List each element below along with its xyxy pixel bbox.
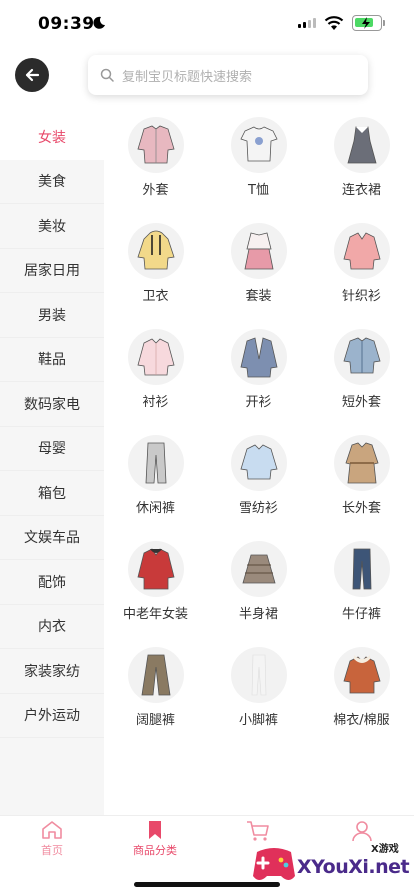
jeans-icon xyxy=(333,541,390,597)
moon-icon xyxy=(93,16,105,29)
subcategory-item[interactable]: 半身裙 xyxy=(207,539,310,645)
category-sidebar: 女装 美食 美妆 居家日用 男装 鞋品 数码家电 母婴 箱包 文娱车品 配饰 内… xyxy=(0,115,104,815)
subcategory-item[interactable]: T恤 xyxy=(207,115,310,221)
subcategory-label: 长外套 xyxy=(341,501,381,516)
sidebar-item-mens[interactable]: 男装 xyxy=(0,293,104,338)
sidebar-item-baby[interactable]: 母婴 xyxy=(0,427,104,471)
subcategory-item[interactable]: 针织衫 xyxy=(310,221,413,327)
subcategory-item[interactable]: 开衫 xyxy=(207,327,310,433)
subcategory-label: 阔腿裤 xyxy=(135,713,175,728)
subcategory-item[interactable]: 短外套 xyxy=(310,327,413,433)
subcategory-item[interactable]: 中老年女装 xyxy=(104,539,207,645)
status-time: 09:39 xyxy=(38,14,95,34)
pink-jacket-icon xyxy=(127,117,184,173)
subcategory-label: 雪纺衫 xyxy=(238,501,278,516)
dress-icon xyxy=(333,117,390,173)
subcategory-item[interactable]: 衬衫 xyxy=(104,327,207,433)
home-icon xyxy=(42,821,62,839)
watermark-text: XYouXi.net xyxy=(297,856,410,878)
subcategory-item[interactable]: 雪纺衫 xyxy=(207,433,310,539)
subcategory-item[interactable]: 休闲裤 xyxy=(104,433,207,539)
subcategory-label: 中老年女装 xyxy=(122,607,188,622)
subcategory-item[interactable]: 阔腿裤 xyxy=(104,645,207,751)
sidebar-item-entertainment-car[interactable]: 文娱车品 xyxy=(0,516,104,560)
subcategory-item[interactable]: 棉衣/棉服 xyxy=(310,645,413,751)
wifi-icon xyxy=(324,16,344,30)
subcategory-label: T恤 xyxy=(248,183,269,198)
tab-categories-label: 商品分类 xyxy=(133,844,177,857)
cardigan-icon xyxy=(230,329,287,385)
casual-pants-icon xyxy=(127,435,184,491)
subcategory-label: 卫衣 xyxy=(142,289,169,304)
back-button[interactable] xyxy=(15,58,49,92)
sidebar-item-home-textiles[interactable]: 家装家纺 xyxy=(0,649,104,694)
status-bar: 09:39 xyxy=(0,0,414,48)
subcategory-label: 针织衫 xyxy=(341,289,381,304)
subcategory-label: 外套 xyxy=(142,183,169,198)
skirt-icon xyxy=(230,541,287,597)
subcategory-label: 棉衣/棉服 xyxy=(333,713,390,728)
battery-tip xyxy=(383,20,385,26)
denim-jacket-icon xyxy=(333,329,390,385)
subcategory-panel: 外套 T恤 连衣裙卫衣 套装 针织衫衬衫 开衫 短外套休闲裤 雪纺衫 长外套中老年女装 半身裙 牛仔… xyxy=(104,115,414,751)
sidebar-item-underwear[interactable]: 内衣 xyxy=(0,605,104,649)
subcategory-label: 短外套 xyxy=(341,395,381,410)
sidebar-item-beauty[interactable]: 美妆 xyxy=(0,204,104,249)
wide-pants-icon xyxy=(127,647,184,703)
tab-home-label: 首页 xyxy=(41,844,63,857)
chiffon-blouse-icon xyxy=(230,435,287,491)
subcategory-label: 牛仔裤 xyxy=(341,607,381,622)
arrow-left-icon xyxy=(25,68,40,82)
subcategory-grid: 外套 T恤 连衣裙卫衣 套装 针织衫衬衫 开衫 短外套休闲裤 雪纺衫 长外套中老年女装 半身裙 牛仔… xyxy=(104,115,414,751)
sidebar-item-food[interactable]: 美食 xyxy=(0,160,104,204)
tshirt-icon xyxy=(230,117,287,173)
search-icon xyxy=(100,68,114,82)
trench-coat-icon xyxy=(333,435,390,491)
bookmark-icon xyxy=(149,821,161,839)
subcategory-item[interactable]: 套装 xyxy=(207,221,310,327)
subcategory-item[interactable]: 长外套 xyxy=(310,433,413,539)
sidebar-item-outdoor[interactable]: 户外运动 xyxy=(0,694,104,738)
skinny-pants-icon xyxy=(230,647,287,703)
tab-categories[interactable]: 商品分类 xyxy=(115,820,195,858)
subcategory-item[interactable]: 卫衣 xyxy=(104,221,207,327)
shirt-icon xyxy=(127,329,184,385)
subcategory-item[interactable]: 牛仔裤 xyxy=(310,539,413,645)
subcategory-item[interactable]: 连衣裙 xyxy=(310,115,413,221)
tab-home[interactable]: 首页 xyxy=(12,820,92,858)
mature-coat-icon xyxy=(127,541,184,597)
subcategory-label: 半身裙 xyxy=(238,607,278,622)
padded-coat-icon xyxy=(333,647,390,703)
sidebar-item-electronics[interactable]: 数码家电 xyxy=(0,382,104,427)
sidebar-item-bags[interactable]: 箱包 xyxy=(0,471,104,516)
outfit-set-icon xyxy=(230,223,287,279)
sidebar-item-shoes[interactable]: 鞋品 xyxy=(0,338,104,382)
sidebar-item-accessories[interactable]: 配饰 xyxy=(0,560,104,605)
subcategory-label: 休闲裤 xyxy=(135,501,175,516)
subcategory-label: 衬衫 xyxy=(142,395,169,410)
search-placeholder: 复制宝贝标题快速搜索 xyxy=(122,69,253,85)
subcategory-label: 开衫 xyxy=(245,395,272,410)
subcategory-item[interactable]: 小脚裤 xyxy=(207,645,310,751)
subcategory-label: 小脚裤 xyxy=(238,713,278,728)
subcategory-label: 连衣裙 xyxy=(341,183,381,198)
sidebar-item-womens[interactable]: 女装 xyxy=(0,115,104,160)
knit-sweater-icon xyxy=(333,223,390,279)
battery-icon xyxy=(352,15,382,31)
sidebar-item-household[interactable]: 居家日用 xyxy=(0,249,104,293)
subcategory-label: 套装 xyxy=(245,289,272,304)
cellular-signal-icon xyxy=(298,18,316,28)
watermark-small-text: X游戏 xyxy=(371,844,399,855)
search-input[interactable]: 复制宝贝标题快速搜索 xyxy=(88,55,368,95)
hoodie-icon xyxy=(127,223,184,279)
home-indicator xyxy=(134,882,280,887)
subcategory-item[interactable]: 外套 xyxy=(104,115,207,221)
